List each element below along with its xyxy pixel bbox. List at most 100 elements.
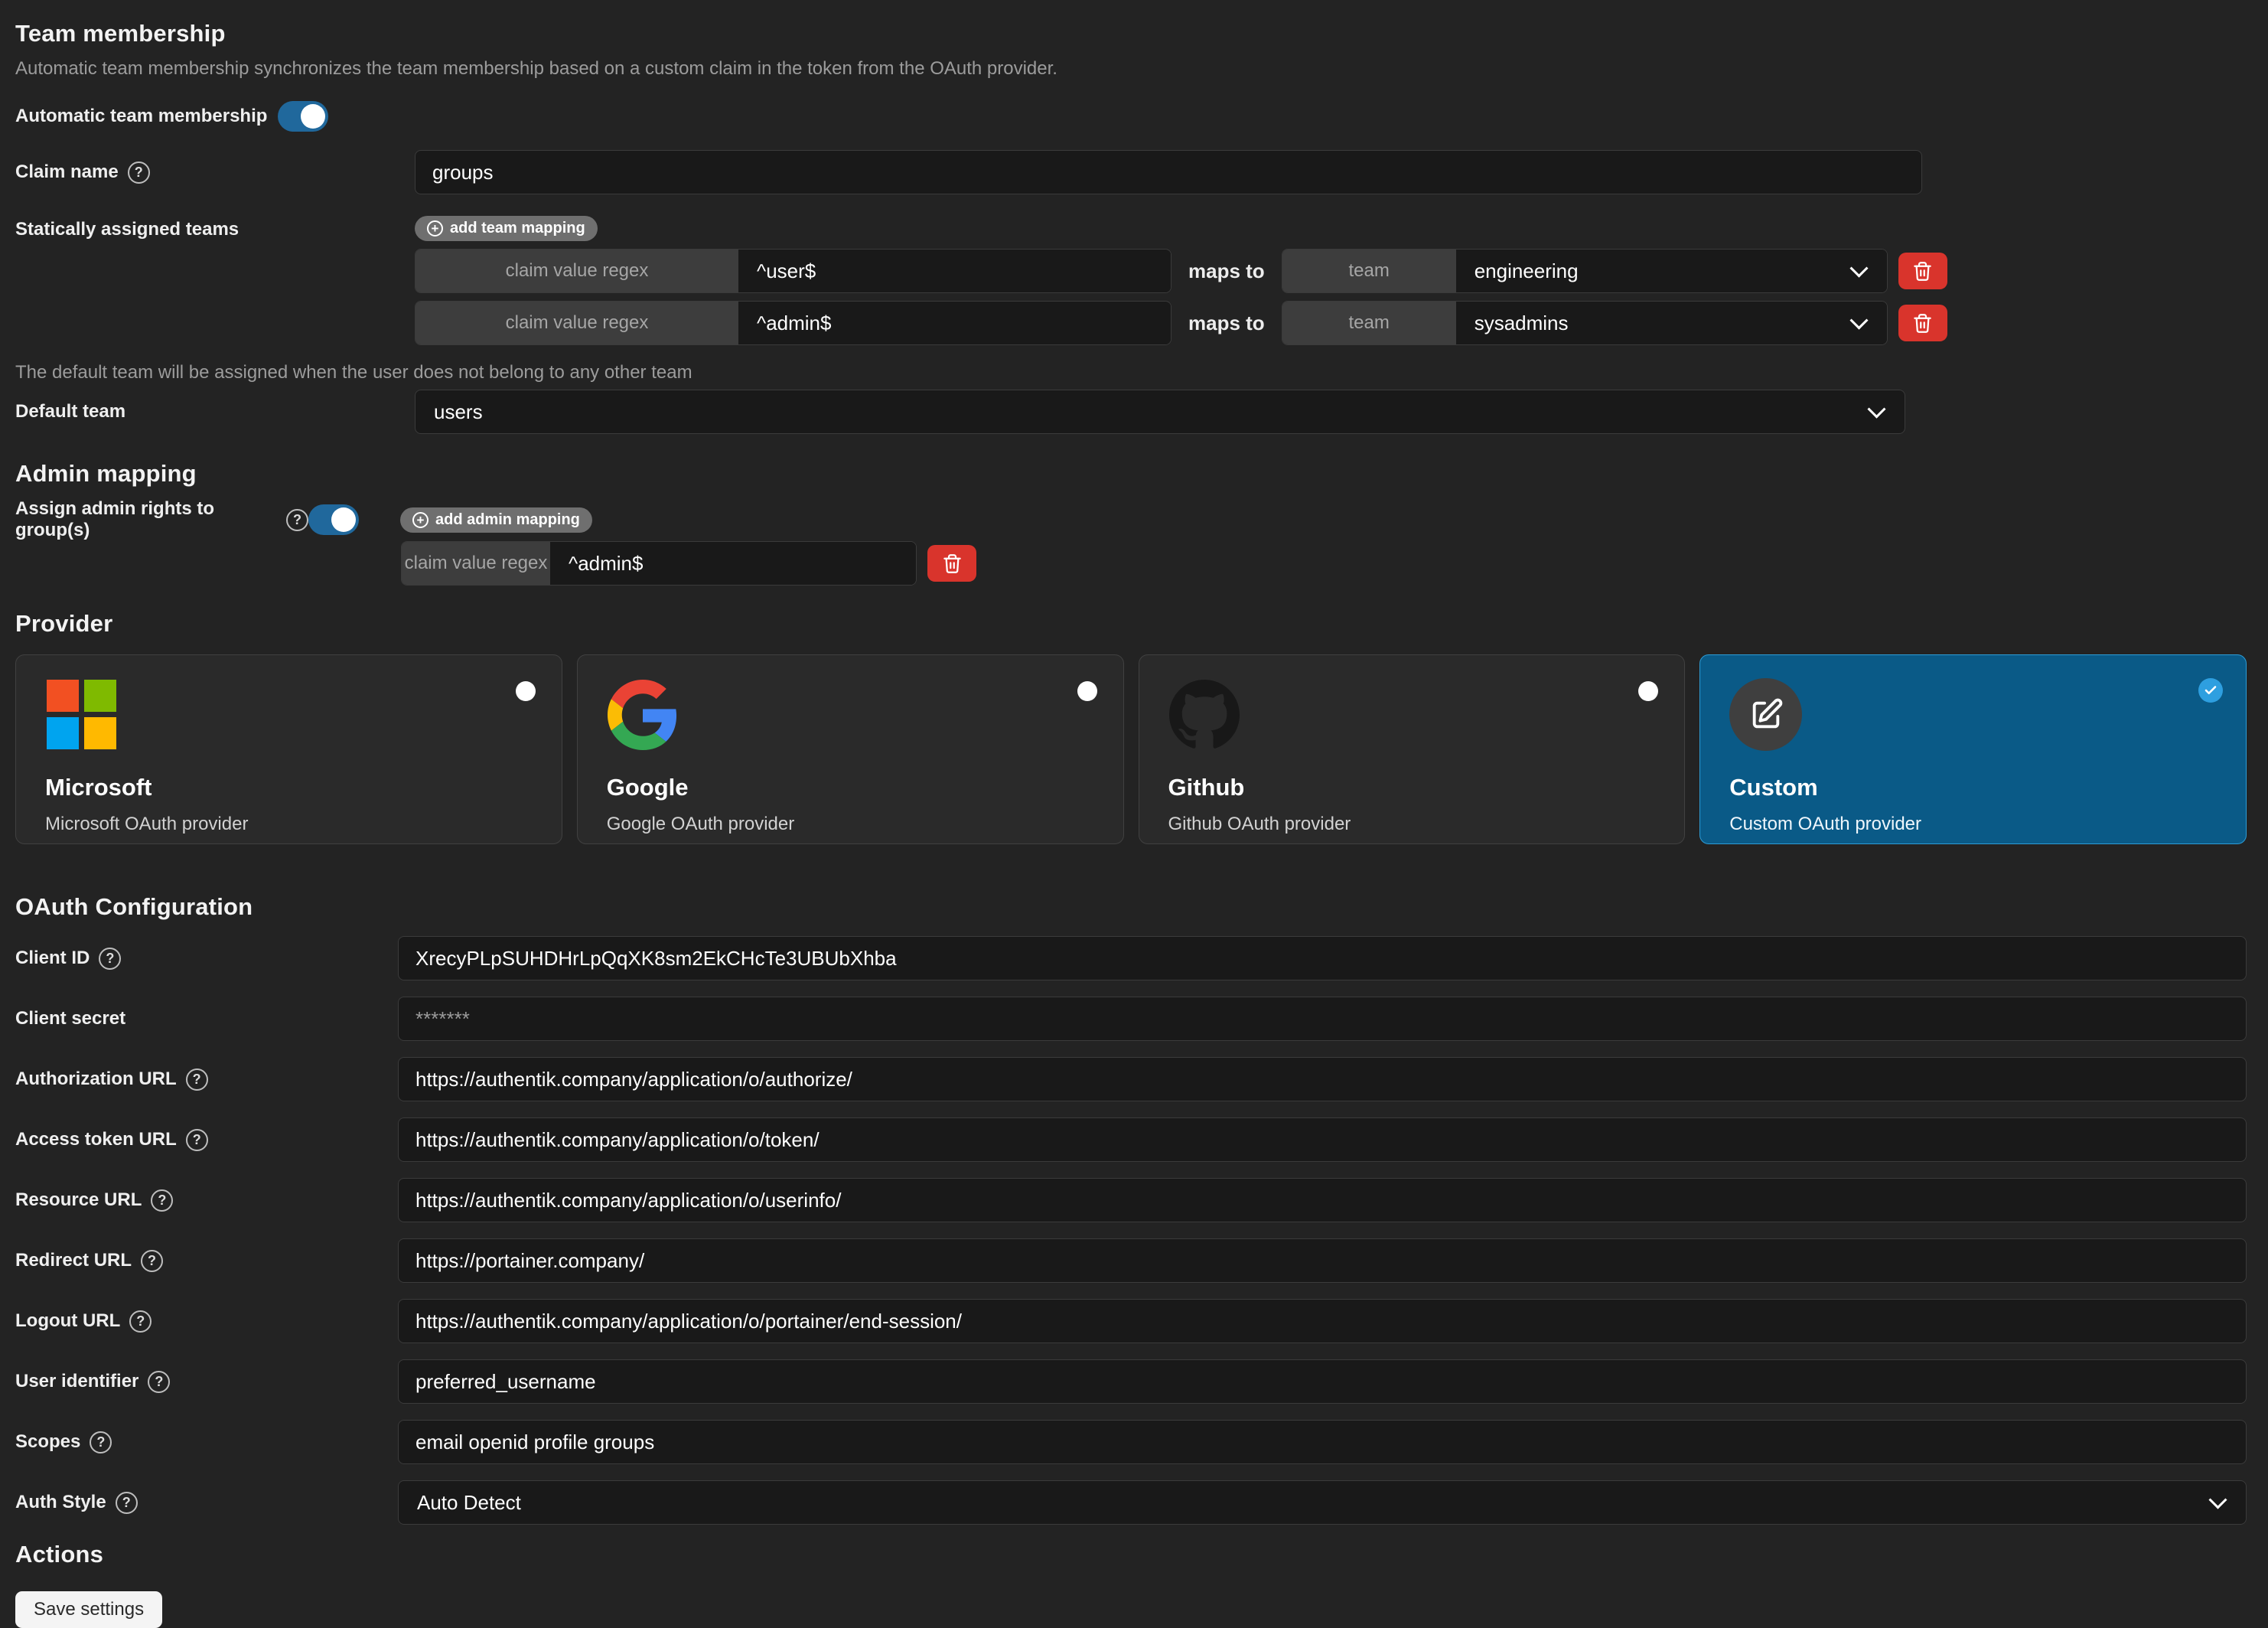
default-team-note: The default team will be assigned when t…: [15, 362, 2247, 383]
add-team-mapping-label: add team mapping: [450, 220, 585, 237]
claim-regex-addon: claim value regex: [415, 250, 738, 292]
provider-card-name: Google: [607, 774, 1123, 801]
oauth-field-row: Redirect URL ?: [15, 1238, 2247, 1283]
team-addon: team: [1282, 250, 1456, 292]
google-logo-icon: [607, 678, 679, 751]
claim-name-help-icon[interactable]: ?: [128, 161, 150, 184]
add-admin-mapping-label: add admin mapping: [435, 511, 580, 529]
auth-style-select[interactable]: Auto Detect: [398, 1480, 2247, 1525]
provider-cards: Microsoft Microsoft OAuth provider Googl…: [15, 654, 2247, 844]
claim-regex-addon: claim value regex: [415, 302, 738, 344]
oauth-field-label: Logout URL: [15, 1310, 120, 1332]
provider-title: Provider: [15, 610, 2247, 638]
static-teams-block: Statically assigned teams + add team map…: [15, 216, 2247, 345]
user-identifier-help-icon[interactable]: ?: [148, 1371, 170, 1393]
default-team-select[interactable]: users: [415, 390, 1905, 434]
oauth-field-label-group: Redirect URL ?: [15, 1250, 398, 1272]
save-settings-button[interactable]: Save settings: [15, 1591, 162, 1628]
radio-unselected-icon[interactable]: [516, 681, 536, 701]
admin-regex-group: claim value regex: [401, 541, 917, 586]
claim-regex-group: claim value regex: [415, 301, 1171, 345]
claim-regex-input[interactable]: [738, 250, 1171, 292]
client-secret-input[interactable]: [398, 997, 2247, 1041]
admin-mapping-row: claim value regex: [401, 541, 2247, 586]
client-id-input[interactable]: [398, 936, 2247, 980]
oauth-field-label: Access token URL: [15, 1129, 177, 1150]
scopes-help-icon[interactable]: ?: [90, 1431, 112, 1453]
delete-team-mapping-button[interactable]: [1898, 305, 1947, 341]
oauth-field-label-group: Auth Style ?: [15, 1492, 398, 1514]
default-team-row: Default team users: [15, 390, 2247, 434]
trash-icon: [942, 553, 963, 575]
claim-name-label: Claim name: [15, 161, 119, 183]
delete-team-mapping-button[interactable]: [1898, 253, 1947, 289]
logout-url-help-icon[interactable]: ?: [129, 1310, 152, 1333]
claim-name-input[interactable]: [415, 150, 1922, 194]
maps-to-label: maps to: [1188, 312, 1265, 335]
admin-regex-input[interactable]: [550, 542, 916, 585]
authorization-url-help-icon[interactable]: ?: [186, 1068, 208, 1091]
redirect-url-input[interactable]: [398, 1238, 2247, 1283]
scopes-input[interactable]: [398, 1420, 2247, 1464]
oauth-field-label: Authorization URL: [15, 1068, 177, 1090]
team-select[interactable]: sysadmins: [1456, 302, 1887, 344]
radio-unselected-icon[interactable]: [1638, 681, 1658, 701]
resource-url-input[interactable]: [398, 1178, 2247, 1222]
oauth-field-row: Access token URL ?: [15, 1117, 2247, 1162]
admin-rights-row: Assign admin rights to group(s) ? + add …: [15, 504, 2247, 535]
oauth-field-label-group: User identifier ?: [15, 1371, 398, 1393]
provider-card-github[interactable]: Github Github OAuth provider: [1139, 654, 1686, 844]
claim-regex-input[interactable]: [738, 302, 1171, 344]
plus-icon: +: [427, 220, 443, 237]
oauth-fields: Client ID ? Client secret Authorization …: [15, 936, 2247, 1525]
toggle-knob: [301, 104, 325, 129]
team-select-group: team sysadmins: [1282, 301, 1888, 345]
oauth-field-label-group: Client ID ?: [15, 948, 398, 970]
oauth-field-label: Auth Style: [15, 1492, 106, 1513]
selected-check-icon: [2198, 678, 2223, 703]
automatic-team-membership-row: Automatic team membership: [15, 101, 2247, 132]
claim-name-row: Claim name ?: [15, 150, 2247, 194]
add-team-mapping-button[interactable]: + add team mapping: [415, 216, 598, 241]
add-admin-mapping-button[interactable]: + add admin mapping: [400, 507, 592, 533]
provider-card-microsoft[interactable]: Microsoft Microsoft OAuth provider: [15, 654, 562, 844]
access-token-url-input[interactable]: [398, 1117, 2247, 1162]
resource-url-help-icon[interactable]: ?: [151, 1189, 173, 1212]
oauth-field-row: Client ID ?: [15, 936, 2247, 980]
access-token-url-help-icon[interactable]: ?: [186, 1129, 208, 1151]
oauth-field-label-group: Access token URL ?: [15, 1129, 398, 1151]
provider-card-custom[interactable]: Custom Custom OAuth provider: [1699, 654, 2247, 844]
select-value: Auto Detect: [417, 1491, 521, 1515]
team-membership-description: Automatic team membership synchronizes t…: [15, 58, 2247, 80]
static-teams-label-group: Statically assigned teams: [15, 216, 415, 240]
provider-card-description: Github OAuth provider: [1168, 814, 1685, 835]
delete-admin-mapping-button[interactable]: [927, 545, 976, 582]
team-select-value: sysadmins: [1475, 312, 1569, 335]
oauth-field-label: Resource URL: [15, 1189, 142, 1211]
user-identifier-input[interactable]: [398, 1359, 2247, 1404]
radio-unselected-icon[interactable]: [1077, 681, 1097, 701]
redirect-url-help-icon[interactable]: ?: [141, 1250, 163, 1272]
toggle-knob: [331, 507, 356, 532]
oauth-field-label: Client ID: [15, 948, 90, 969]
admin-rights-toggle[interactable]: [308, 504, 359, 535]
auth-style-help-icon[interactable]: ?: [116, 1492, 138, 1514]
oauth-field-row: Auth Style ? Auto Detect: [15, 1480, 2247, 1525]
oauth-field-label: Client secret: [15, 1008, 125, 1029]
admin-rights-help-icon[interactable]: ?: [286, 509, 308, 531]
oauth-field-row: Scopes ?: [15, 1420, 2247, 1464]
logout-url-input[interactable]: [398, 1299, 2247, 1343]
authorization-url-input[interactable]: [398, 1057, 2247, 1101]
team-membership-title: Team membership: [15, 20, 2247, 47]
claim-regex-group: claim value regex: [415, 249, 1171, 293]
oauth-settings-page: Team membership Automatic team membershi…: [0, 0, 2268, 1626]
team-select-group: team engineering: [1282, 249, 1888, 293]
team-select[interactable]: engineering: [1456, 250, 1887, 292]
github-logo-icon: [1168, 678, 1241, 751]
provider-card-google[interactable]: Google Google OAuth provider: [577, 654, 1124, 844]
admin-rights-label-group: Assign admin rights to group(s) ?: [15, 498, 308, 541]
client-id-help-icon[interactable]: ?: [99, 948, 121, 970]
automatic-team-membership-toggle[interactable]: [278, 101, 328, 132]
oauth-field-label-group: Authorization URL ?: [15, 1068, 398, 1091]
oauth-field-row: User identifier ?: [15, 1359, 2247, 1404]
